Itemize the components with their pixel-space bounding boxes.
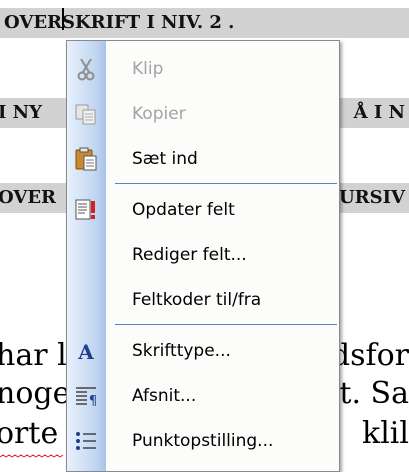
body-line-3-left: orte [0,416,59,451]
heading-text-3-right: URSIV [338,187,405,208]
heading-text-1: OVERSKRIFT I NIV. 2 . [4,12,235,33]
text-cursor [62,8,64,30]
menu-item-copy[interactable]: Kopier [67,92,339,136]
menu-item-toggle-field-codes[interactable]: Feltkoder til/fra [67,278,339,322]
menu-item-label: Feltkoder til/fra [132,290,262,310]
heading-text-2-right: Å I N [353,102,405,123]
copy-icon [73,101,99,127]
menu-item-font[interactable]: A Skrifttype... [67,329,339,373]
menu-separator [115,324,337,325]
menu-item-bullets[interactable]: Punktopstilling... [67,419,339,463]
menu-item-paragraph[interactable]: ¶ Afsnit... [67,374,339,418]
body-line-1-left: har l [0,338,67,373]
paragraph-icon: ¶ [73,383,99,409]
body-line-2-right: t. Sa [339,376,409,411]
menu-item-label: Punktopstilling... [132,431,274,451]
menu-item-label: Skrifttype... [132,341,231,361]
body-line-3-right: klil [362,416,409,451]
body-line-1-right: dsfor [330,338,409,373]
menu-item-label: Rediger felt... [132,245,247,265]
bullets-icon [73,428,99,454]
spelling-squiggle [0,454,64,458]
menu-item-label: Klip [132,59,164,79]
update-field-icon [73,197,99,223]
menu-item-label: Afsnit... [132,386,197,406]
scissors-icon [73,56,99,82]
menu-item-label: Opdater felt [132,200,235,220]
menu-item-edit-field[interactable]: Rediger felt... [67,233,339,277]
heading-text-3-left: OVER [0,187,57,208]
menu-item-label: Sæt ind [132,149,198,169]
svg-text:¶: ¶ [89,394,97,409]
body-line-2-left: noge [0,376,71,411]
svg-text:A: A [77,340,94,364]
font-icon: A [73,338,99,364]
heading-text-2-left: I NY [0,102,42,123]
menu-item-cut[interactable]: Klip [67,47,339,91]
paste-icon [73,146,99,172]
menu-separator [115,183,337,184]
context-menu: Klip Kopier Sæt ind Opdater felt Rediger… [66,40,340,472]
menu-item-paste[interactable]: Sæt ind [67,137,339,181]
menu-item-update-field[interactable]: Opdater felt [67,188,339,232]
menu-item-label: Kopier [132,104,186,124]
